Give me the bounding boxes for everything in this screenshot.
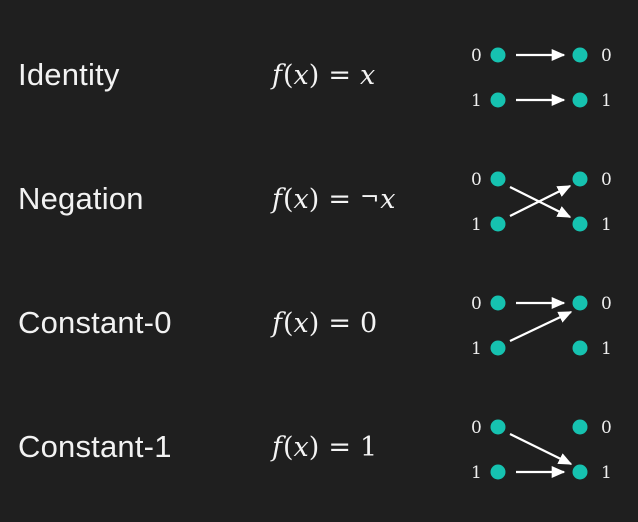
formula-open-paren: (	[283, 183, 294, 215]
formula-function-symbol: f	[272, 183, 282, 215]
formula-argument: x	[293, 307, 309, 339]
output-dot-1	[572, 216, 588, 232]
function-row-negation: Negation f(x) = ¬ x 0 1 0 1	[0, 137, 638, 261]
formula-equals-sign: =	[328, 183, 351, 215]
formula-function-symbol: f	[272, 59, 282, 91]
output-dot-0	[572, 419, 588, 435]
formula-open-paren: (	[283, 307, 294, 339]
formula-function-symbol: f	[272, 307, 282, 339]
formula-equals-sign: =	[328, 431, 351, 463]
formula-close-paren: )	[308, 431, 320, 463]
function-name-constant-1: Constant-1	[18, 429, 172, 464]
input-dot-1	[490, 340, 506, 356]
input-dot-1	[490, 92, 506, 108]
formula-argument: x	[293, 431, 309, 463]
mapping-diagram-constant-1: 0 1 0 1	[460, 385, 638, 509]
formula-right-hand-side: 1	[359, 431, 378, 463]
function-row-constant-0: Constant-0 f(x) = 0 0 1 0 1	[0, 261, 638, 385]
formula-negation-symbol: ¬	[359, 185, 380, 211]
formula-open-paren: (	[283, 431, 294, 463]
mapping-diagram-constant-0: 0 1 0 1	[460, 261, 638, 385]
formula-argument: x	[293, 59, 309, 91]
formula-equals-sign: =	[328, 59, 351, 91]
output-dot-0	[572, 295, 588, 311]
function-name-identity: Identity	[18, 57, 120, 92]
arrow-0-to-1	[509, 433, 573, 465]
function-formula-constant-0: f(x) = 0	[272, 261, 452, 385]
formula-argument: x	[293, 183, 309, 215]
formula-close-paren: )	[308, 59, 320, 91]
arrow-1-to-0	[509, 311, 573, 342]
function-name-constant-0: Constant-0	[18, 305, 172, 340]
mapping-diagram-identity: 0 1 0 1	[460, 13, 638, 137]
formula-close-paren: )	[308, 183, 320, 215]
formula-right-hand-side: x	[380, 183, 396, 215]
output-dot-1	[572, 92, 588, 108]
function-row-constant-1: Constant-1 f(x) = 1 0 1 0 1	[0, 385, 638, 509]
mapping-arrows-svg	[490, 419, 588, 480]
input-dot-0	[490, 419, 506, 435]
formula-open-paren: (	[283, 59, 294, 91]
function-formula-identity: f(x) = x	[272, 13, 452, 137]
function-formula-negation: f(x) = ¬ x	[272, 137, 452, 261]
input-dot-0	[490, 171, 506, 187]
mapping-arrows-svg	[490, 171, 588, 232]
output-dot-1	[572, 340, 588, 356]
formula-right-hand-side: 0	[359, 307, 378, 339]
function-name-negation: Negation	[18, 181, 144, 216]
function-formula-constant-1: f(x) = 1	[272, 385, 452, 509]
input-dot-0	[490, 295, 506, 311]
output-dot-0	[572, 47, 588, 63]
mapping-arrows-svg	[490, 295, 588, 356]
output-dot-1	[572, 464, 588, 480]
formula-right-hand-side: x	[359, 59, 376, 91]
input-dot-1	[490, 216, 506, 232]
input-dot-0	[490, 47, 506, 63]
formula-equals-sign: =	[328, 307, 351, 339]
input-dot-1	[490, 464, 506, 480]
mapping-arrows-svg	[490, 47, 588, 108]
mapping-diagram-negation: 0 1 0 1	[460, 137, 638, 261]
boolean-functions-slide: Identity f(x) = x 0 1 0 1 Negation f (x…	[0, 0, 638, 522]
function-row-identity: Identity f(x) = x 0 1 0 1	[0, 13, 638, 137]
output-dot-0	[572, 171, 588, 187]
formula-close-paren: )	[308, 307, 320, 339]
formula-function-symbol: f	[272, 431, 282, 463]
